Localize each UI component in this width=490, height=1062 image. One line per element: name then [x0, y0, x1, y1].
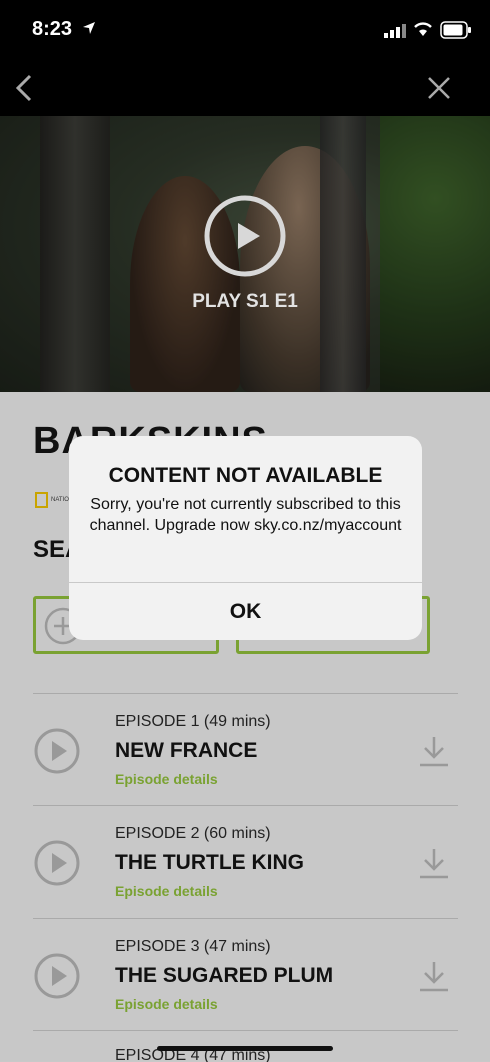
episode-number: EPISODE 3 (47 mins)	[115, 938, 271, 955]
episode-details-link[interactable]: Episode details	[115, 883, 218, 899]
nav-bar	[0, 60, 490, 116]
dialog-title: CONTENT NOT AVAILABLE	[108, 464, 383, 487]
wifi-icon	[414, 22, 432, 36]
download-icon[interactable]	[417, 846, 451, 880]
episode-play-icon[interactable]	[33, 839, 81, 887]
battery-icon	[440, 21, 471, 39]
content-unavailable-dialog: CONTENT NOT AVAILABLE Sorry, you're not …	[69, 436, 422, 640]
status-bar: 8:23	[0, 0, 490, 60]
ok-button[interactable]: OK	[69, 583, 422, 640]
episode-number: EPISODE 2 (60 mins)	[115, 825, 271, 842]
episode-title: THE SUGARED PLUM	[115, 964, 334, 987]
national-geographic-logo-icon	[35, 492, 48, 508]
episode-row[interactable]: EPISODE 1 (49 mins) NEW FRANCE Episode d…	[33, 693, 458, 806]
back-chevron-icon[interactable]	[10, 72, 38, 104]
episode-number: EPISODE 1 (49 mins)	[115, 713, 271, 730]
download-icon[interactable]	[417, 959, 451, 993]
episode-title: THE TURTLE KING	[115, 851, 304, 874]
episode-play-icon[interactable]	[33, 727, 81, 775]
episode-row[interactable]: EPISODE 2 (60 mins) THE TURTLE KING Epis…	[33, 805, 458, 918]
home-indicator[interactable]	[157, 1046, 333, 1051]
episode-play-icon[interactable]	[33, 952, 81, 1000]
play-label[interactable]: PLAY S1 E1	[0, 291, 490, 313]
close-icon[interactable]	[424, 72, 454, 104]
play-icon[interactable]	[204, 195, 286, 277]
episode-details-link[interactable]: Episode details	[115, 771, 218, 787]
download-icon[interactable]	[417, 734, 451, 768]
episode-row[interactable]: EPISODE 3 (47 mins) THE SUGARED PLUM Epi…	[33, 918, 458, 1031]
dialog-message: Sorry, you're not currently subscribed t…	[89, 496, 402, 534]
episode-details-link[interactable]: Episode details	[115, 996, 218, 1012]
location-arrow-icon	[83, 22, 95, 34]
cellular-signal-icon	[384, 24, 406, 38]
status-time: 8:23	[32, 18, 73, 40]
episode-title: NEW FRANCE	[115, 739, 258, 762]
